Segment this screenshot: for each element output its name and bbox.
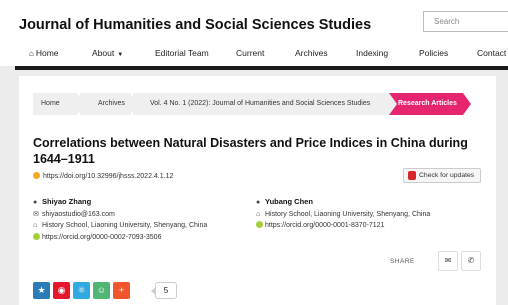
author-block: ● Shiyao Zhang ✉ shiyaostudio@163.com ⌂ His… (33, 196, 207, 243)
site-header: Journal of Humanities and Social Science… (0, 0, 508, 66)
nav-about[interactable]: About ▼ (92, 48, 123, 58)
institution-icon: ⌂ (33, 222, 38, 229)
person-icon: ● (33, 199, 38, 206)
article-card: Home Archives Vol. 4 No. 1 (2022): Journ… (19, 76, 496, 305)
author-email[interactable]: shiyaostudio@163.com (42, 211, 115, 218)
share-label: SHARE (390, 258, 415, 265)
author-affiliation: History School, Liaoning University, She… (42, 222, 208, 229)
nav-editorial-team[interactable]: Editorial Team (155, 48, 209, 58)
star-icon: ★ (37, 285, 46, 295)
nav-policies[interactable]: Policies (419, 48, 448, 58)
orcid-icon (33, 232, 40, 240)
author-name: Shiyao Zhang (42, 197, 92, 206)
share-weibo-button[interactable]: ◉ (53, 282, 70, 299)
search-input[interactable]: Search (423, 11, 508, 32)
divider (15, 66, 508, 70)
breadcrumb-section: Research Articles (389, 93, 471, 115)
whatsapp-icon: ✆ (467, 256, 475, 265)
share-qzone-button[interactable]: ★ (33, 282, 50, 299)
email-icon: ✉ (33, 210, 39, 218)
plus-icon: + (118, 285, 125, 295)
person-icon: ● (256, 199, 261, 206)
crossmark-icon (408, 171, 416, 180)
share-more-button[interactable]: + (113, 282, 130, 299)
site-title[interactable]: Journal of Humanities and Social Science… (19, 17, 371, 33)
breadcrumb-issue[interactable]: Vol. 4 No. 1 (2022): Journal of Humaniti… (133, 93, 397, 115)
share-whatsapp-button[interactable]: ✆ (461, 251, 481, 271)
breadcrumb-home[interactable]: Home (33, 93, 85, 115)
nav-contact[interactable]: Contact (477, 48, 506, 58)
home-icon: ⌂ (29, 49, 34, 58)
breadcrumb: Home Archives Vol. 4 No. 1 (2022): Journ… (33, 93, 471, 115)
share-tencent-button[interactable]: ⚛ (73, 282, 90, 299)
weibo-icon: ◉ (57, 285, 66, 295)
orcid-icon (256, 221, 263, 228)
article-title: Correlations between Natural Disasters a… (33, 136, 468, 166)
author-block: ● Yubang Chen ⌂ History School, Liaoning U… (256, 196, 430, 232)
nav-home[interactable]: ⌂ Home (29, 48, 59, 58)
share-email-button[interactable]: ✉ (438, 251, 458, 271)
author-affiliation: History School, Liaoning University, She… (265, 210, 431, 218)
caret-down-icon: ▼ (117, 52, 124, 58)
wechat-icon: ☺ (96, 285, 107, 295)
institution-icon: ⌂ (256, 210, 261, 218)
nav-current[interactable]: Current (236, 48, 264, 58)
share-count: 5 (151, 282, 177, 299)
tencent-icon: ⚛ (77, 285, 86, 295)
author-orcid[interactable]: https://orcid.org/0000-0001-8370-7121 (265, 222, 384, 229)
email-icon: ✉ (444, 256, 452, 265)
doi-link[interactable]: https://doi.org/10.32996/jhsss.2022.4.1.… (33, 172, 173, 180)
author-orcid[interactable]: https://orcid.org/0000-0002-7093-3506 (42, 234, 161, 241)
breadcrumb-archives[interactable]: Archives (80, 93, 138, 115)
share-wechat-button[interactable]: ☺ (93, 282, 110, 299)
author-name: Yubang Chen (265, 197, 313, 206)
nav-archives[interactable]: Archives (295, 48, 328, 58)
main-nav: ⌂ Home About ▼ Editorial Team Current Arch… (0, 44, 508, 64)
check-for-updates-button[interactable]: Check for updates (403, 168, 481, 183)
nav-indexing[interactable]: Indexing (356, 48, 388, 58)
doi-icon (33, 172, 40, 179)
